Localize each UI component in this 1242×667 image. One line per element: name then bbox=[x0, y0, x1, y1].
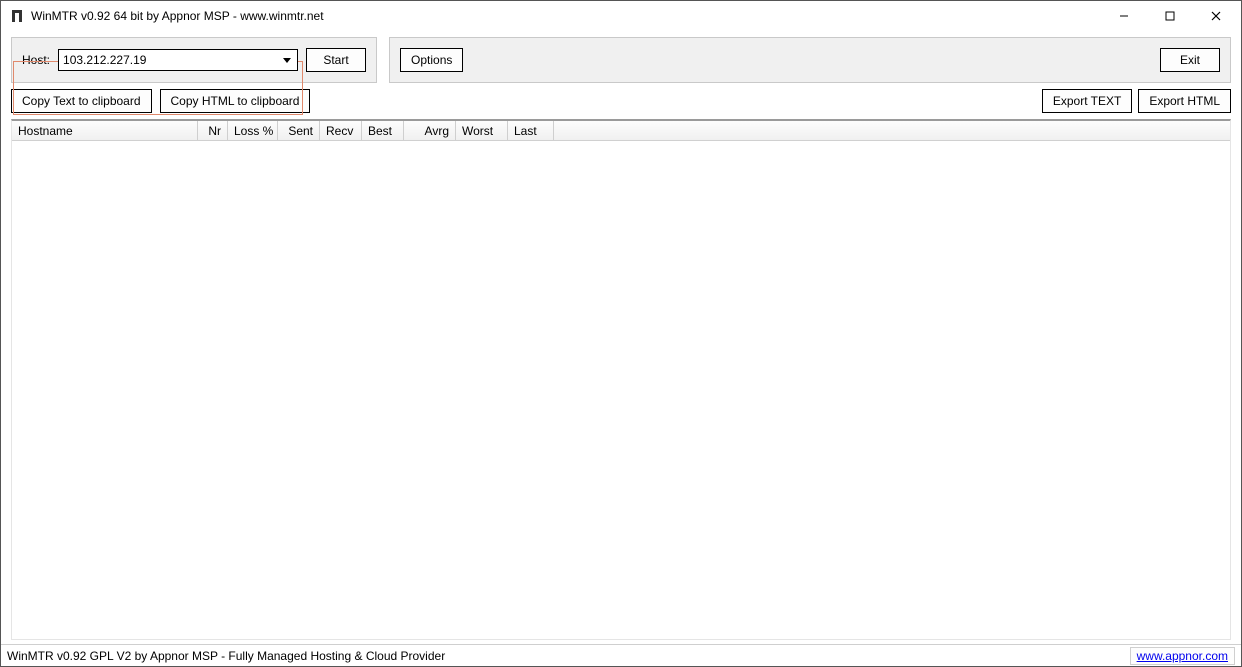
app-window: WinMTR v0.92 64 bit by Appnor MSP - www.… bbox=[0, 0, 1242, 667]
col-avrg[interactable]: Avrg bbox=[404, 121, 456, 140]
col-best[interactable]: Best bbox=[362, 121, 404, 140]
exit-button[interactable]: Exit bbox=[1160, 48, 1220, 72]
client-area: Host: 103.212.227.19 Start Options Exit bbox=[1, 31, 1241, 666]
col-last[interactable]: Last bbox=[508, 121, 554, 140]
chevron-down-icon[interactable] bbox=[279, 52, 295, 68]
col-recv[interactable]: Recv bbox=[320, 121, 362, 140]
statusbar: WinMTR v0.92 GPL V2 by Appnor MSP - Full… bbox=[1, 644, 1241, 666]
host-panel: Host: 103.212.227.19 Start bbox=[11, 37, 377, 83]
window-title: WinMTR v0.92 64 bit by Appnor MSP - www.… bbox=[31, 9, 324, 23]
options-button[interactable]: Options bbox=[400, 48, 463, 72]
host-label: Host: bbox=[22, 53, 50, 67]
start-button-label: Start bbox=[323, 53, 348, 67]
copy-text-button[interactable]: Copy Text to clipboard bbox=[11, 89, 152, 113]
toolbar-row-2: Copy Text to clipboard Copy HTML to clip… bbox=[1, 85, 1241, 119]
options-panel: Options Exit bbox=[389, 37, 1231, 83]
export-text-label: Export TEXT bbox=[1053, 94, 1121, 108]
start-button[interactable]: Start bbox=[306, 48, 366, 72]
grid-header: Hostname Nr Loss % Sent Recv Best Avrg W… bbox=[12, 121, 1230, 141]
status-text: WinMTR v0.92 GPL V2 by Appnor MSP - Full… bbox=[7, 649, 445, 663]
window-controls bbox=[1101, 1, 1239, 31]
col-sent[interactable]: Sent bbox=[278, 121, 320, 140]
copy-html-button[interactable]: Copy HTML to clipboard bbox=[160, 89, 311, 113]
toolbar-row-1: Host: 103.212.227.19 Start Options Exit bbox=[1, 31, 1241, 85]
export-text-button[interactable]: Export TEXT bbox=[1042, 89, 1132, 113]
close-button[interactable] bbox=[1193, 1, 1239, 31]
options-button-label: Options bbox=[411, 53, 452, 67]
copy-html-label: Copy HTML to clipboard bbox=[171, 94, 300, 108]
status-link[interactable]: www.appnor.com bbox=[1137, 649, 1228, 663]
host-value: 103.212.227.19 bbox=[63, 53, 146, 67]
col-worst[interactable]: Worst bbox=[456, 121, 508, 140]
col-hostname[interactable]: Hostname bbox=[12, 121, 198, 140]
copy-text-label: Copy Text to clipboard bbox=[22, 94, 141, 108]
col-nr[interactable]: Nr bbox=[198, 121, 228, 140]
app-icon bbox=[9, 8, 25, 24]
export-html-button[interactable]: Export HTML bbox=[1138, 89, 1231, 113]
maximize-button[interactable] bbox=[1147, 1, 1193, 31]
col-loss[interactable]: Loss % bbox=[228, 121, 278, 140]
titlebar: WinMTR v0.92 64 bit by Appnor MSP - www.… bbox=[1, 1, 1241, 31]
exit-button-label: Exit bbox=[1180, 53, 1200, 67]
export-html-label: Export HTML bbox=[1149, 94, 1220, 108]
minimize-button[interactable] bbox=[1101, 1, 1147, 31]
results-grid: Hostname Nr Loss % Sent Recv Best Avrg W… bbox=[11, 119, 1231, 640]
host-combobox[interactable]: 103.212.227.19 bbox=[58, 49, 298, 71]
grid-body bbox=[12, 141, 1230, 639]
